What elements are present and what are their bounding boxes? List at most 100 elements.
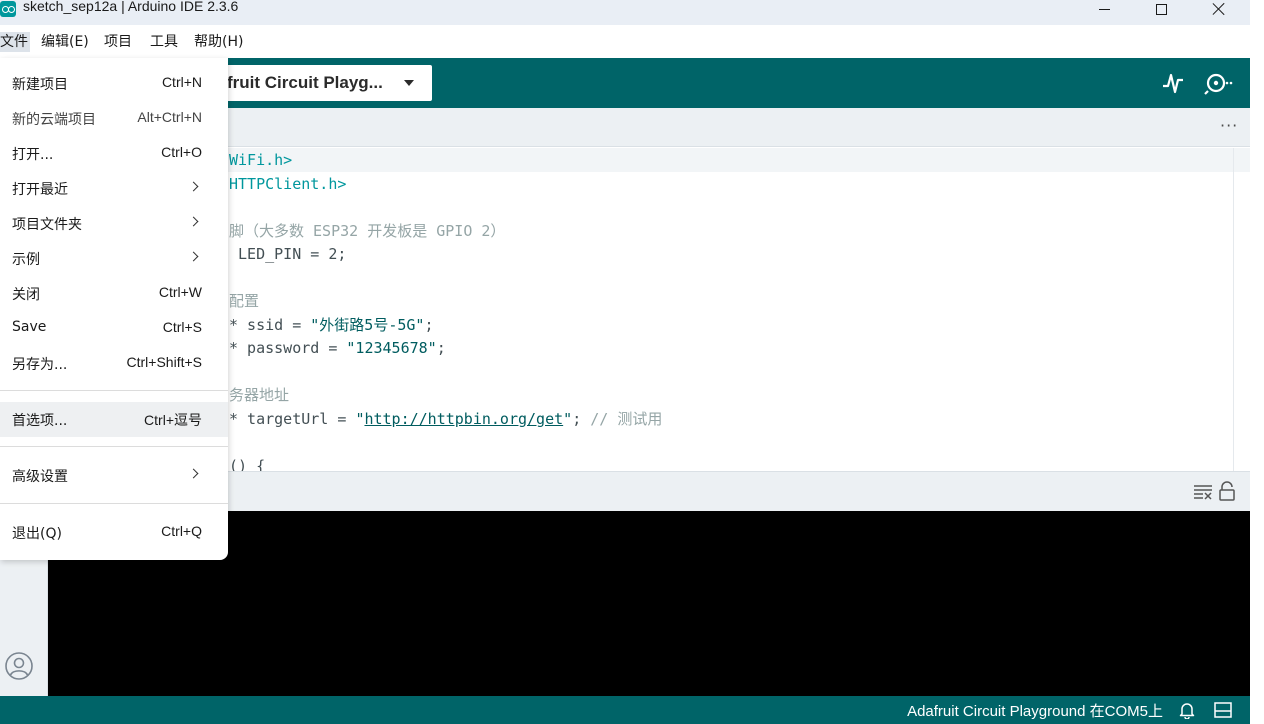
menu-item-shortcut: Ctrl+逗号 xyxy=(144,412,202,428)
code-token: * ssid = xyxy=(229,315,311,334)
maximize-icon xyxy=(1155,3,1167,15)
close-icon xyxy=(1212,2,1226,16)
notification-bell-icon[interactable] xyxy=(1178,701,1196,719)
menu-item-shortcut: Ctrl+Shift+S xyxy=(126,354,202,370)
menu-separator xyxy=(0,446,228,447)
menu-item-label: 首选项... xyxy=(12,413,68,429)
account-icon[interactable] xyxy=(4,651,34,681)
output-console[interactable] xyxy=(48,511,1250,696)
chevron-right-icon xyxy=(188,216,199,227)
code-line: * targetUrl = "http://httpbin.org/get"; … xyxy=(229,407,662,431)
menu-item-close[interactable]: 关闭 Ctrl+W xyxy=(0,276,228,311)
menu-edit[interactable]: 编辑(E) xyxy=(41,32,89,52)
menu-item-label: 项目文件夹 xyxy=(12,217,82,233)
close-button[interactable] xyxy=(1196,0,1242,18)
window-edge xyxy=(1250,0,1264,724)
code-token: HTTPClient.h> xyxy=(229,174,347,193)
menu-separator xyxy=(0,390,228,391)
status-bar: Adafruit Circuit Playground 在COM5上 xyxy=(0,696,1250,724)
chevron-right-icon xyxy=(188,468,199,479)
code-token: 务器地址 xyxy=(229,386,290,404)
code-token: " xyxy=(563,409,573,428)
code-token: ; xyxy=(436,339,446,357)
code-token: () { xyxy=(229,456,266,472)
code-token: // 测试用 xyxy=(590,409,663,428)
menu-item-save-as[interactable]: 另存为... Ctrl+Shift+S xyxy=(0,346,228,381)
maximize-button[interactable] xyxy=(1138,0,1184,18)
menu-help[interactable]: 帮助(H) xyxy=(194,32,243,52)
window-title: sketch_sep12a | Arduino IDE 2.3.6 xyxy=(23,0,239,14)
menu-item-shortcut: Ctrl+O xyxy=(161,144,202,160)
code-editor[interactable]: WiFi.h> HTTPClient.h> 脚（大多数 ESP32 开发板是 GPI… xyxy=(48,148,1250,471)
minimize-button[interactable] xyxy=(1081,0,1127,18)
menu-item-label: Save xyxy=(12,319,47,335)
menu-item-label: 高级设置 xyxy=(12,469,68,485)
menu-item-shortcut: Ctrl+S xyxy=(162,319,202,335)
menu-item-open[interactable]: 打开... Ctrl+O xyxy=(0,136,228,171)
arduino-logo-icon xyxy=(0,1,16,17)
menu-item-label: 退出(Q) xyxy=(12,526,62,542)
code-line: HTTPClient.h> xyxy=(229,172,346,196)
code-token: 脚（大多数 ESP32 开发板是 GPIO 2） xyxy=(229,221,506,240)
menu-item-shortcut: Ctrl+Q xyxy=(161,523,202,539)
code-token: LED_PIN = 2; xyxy=(229,245,347,263)
menu-item-label: 另存为... xyxy=(12,357,68,373)
code-token: 配置 xyxy=(229,292,260,310)
code-line: WiFi.h> xyxy=(229,148,292,172)
code-line: LED_PIN = 2; xyxy=(229,242,346,266)
code-token: * targetUrl = xyxy=(229,409,356,428)
more-options-icon[interactable]: ··· xyxy=(1220,118,1240,134)
menu-item-shortcut: Alt+Ctrl+N xyxy=(137,109,202,125)
code-token[interactable]: http://httpbin.org/get xyxy=(364,410,563,428)
menu-item-shortcut: Ctrl+N xyxy=(161,74,202,90)
output-header xyxy=(48,471,1250,511)
menu-item-new-sketch[interactable]: 新建项目 Ctrl+N xyxy=(0,66,228,101)
menu-item-shortcut: Ctrl+W xyxy=(158,284,202,300)
menu-item-label: 新建项目 xyxy=(12,77,68,93)
board-selector[interactable]: fruit Circuit Playg... xyxy=(205,65,432,101)
toggle-panel-icon[interactable] xyxy=(1214,702,1232,718)
title-bar: sketch_sep12a | Arduino IDE 2.3.6 xyxy=(0,0,1250,25)
code-line: * ssid = "外街路5号-5G"; xyxy=(229,313,434,337)
code-token: * password = xyxy=(229,339,347,357)
code-line: () { xyxy=(229,454,265,472)
menu-tools[interactable]: 工具 xyxy=(150,32,178,52)
menu-item-save[interactable]: Save Ctrl+S xyxy=(0,311,228,346)
code-token: WiFi.h> xyxy=(229,151,293,169)
serial-plotter-icon[interactable] xyxy=(1160,70,1186,96)
status-board-port[interactable]: Adafruit Circuit Playground 在COM5上 xyxy=(907,700,1163,721)
menu-file[interactable]: 文件 xyxy=(0,32,30,52)
menu-separator xyxy=(0,503,228,504)
menu-item-label: 打开... xyxy=(12,147,54,163)
code-token: "外街路5号-5G" xyxy=(310,315,425,334)
chevron-down-icon xyxy=(404,80,414,86)
code-token: ; xyxy=(424,315,434,334)
board-selector-label: fruit Circuit Playg... xyxy=(227,73,383,92)
menu-item-examples[interactable]: 示例 xyxy=(0,241,228,276)
serial-monitor-icon[interactable] xyxy=(1204,70,1234,96)
menu-item-preferences[interactable]: 首选项... Ctrl+逗号 xyxy=(0,402,228,437)
code-line: 配置 xyxy=(229,289,259,313)
menu-item-quit[interactable]: 退出(Q) Ctrl+Q xyxy=(0,515,228,550)
file-menu-dropdown: 新建项目 Ctrl+N 新的云端项目 Alt+Ctrl+N 打开... Ctrl… xyxy=(0,58,228,560)
menu-item-label: 打开最近 xyxy=(12,182,68,198)
unlock-icon[interactable] xyxy=(1219,481,1235,501)
menu-item-label: 示例 xyxy=(12,252,40,268)
menu-item-label: 关闭 xyxy=(12,287,40,303)
menu-item-advanced[interactable]: 高级设置 xyxy=(0,458,228,493)
chevron-right-icon xyxy=(188,181,199,192)
menu-item-new-cloud-sketch[interactable]: 新的云端项目 Alt+Ctrl+N xyxy=(0,101,228,136)
tab-strip: ··· xyxy=(48,108,1250,147)
code-token: "12345678" xyxy=(346,339,437,357)
minimize-icon xyxy=(1098,8,1110,10)
menu-item-sketchbook[interactable]: 项目文件夹 xyxy=(0,206,228,241)
chevron-right-icon xyxy=(188,251,199,262)
clear-output-icon[interactable] xyxy=(1193,483,1213,501)
menu-sketch[interactable]: 项目 xyxy=(104,32,132,52)
code-line: 脚（大多数 ESP32 开发板是 GPIO 2） xyxy=(229,219,505,243)
code-line: 务器地址 xyxy=(229,383,289,407)
code-token: ; xyxy=(572,409,591,428)
editor-scroll-track[interactable] xyxy=(1233,148,1234,471)
code-line: * password = "12345678"; xyxy=(229,336,446,360)
menu-item-open-recent[interactable]: 打开最近 xyxy=(0,171,228,206)
